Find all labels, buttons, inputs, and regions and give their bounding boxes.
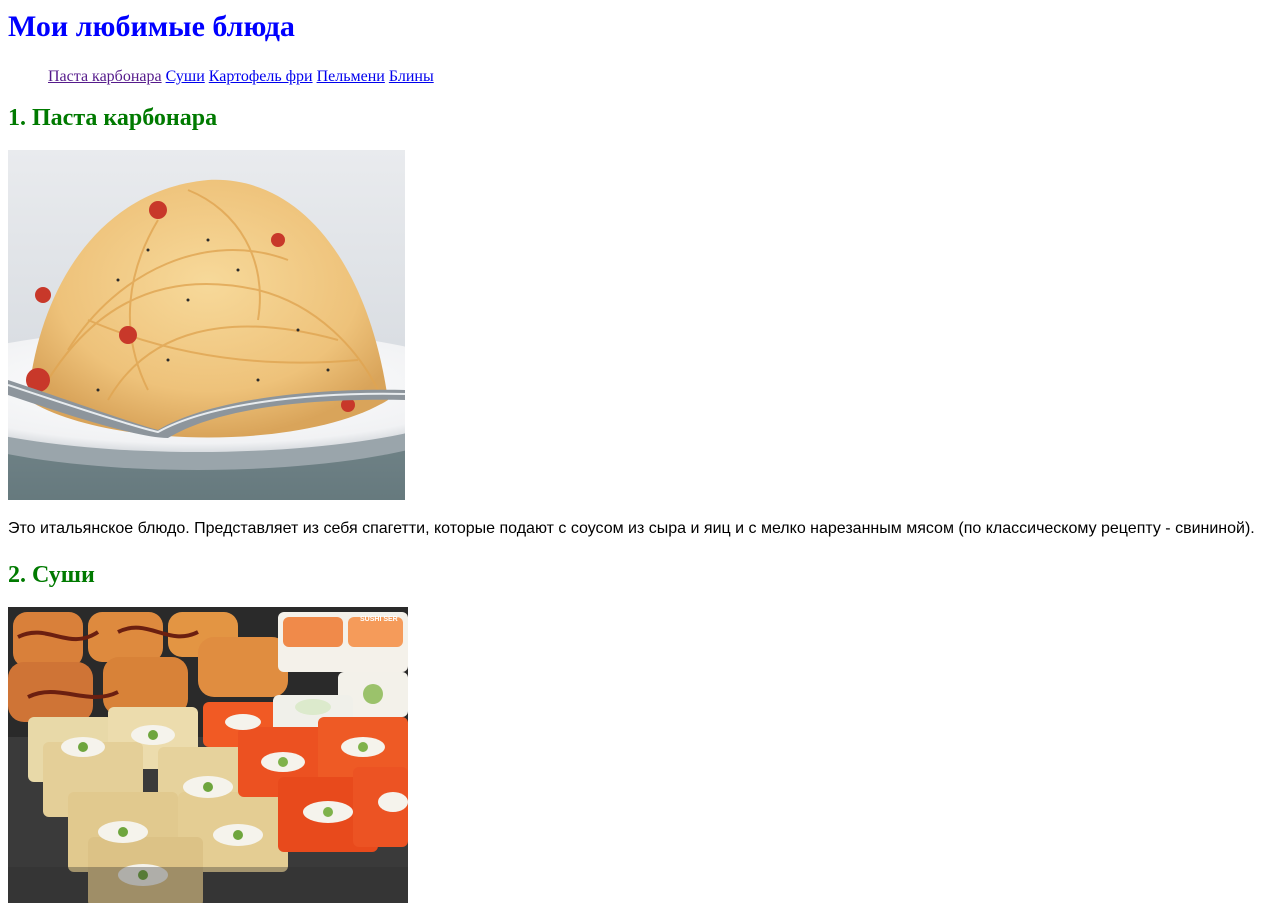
section-sushi: 2. Суши SUSHI SER	[8, 539, 1269, 903]
nav-link-sushi[interactable]: Суши	[166, 68, 205, 85]
section-title-carbonara: 1. Паста карбонара	[8, 105, 218, 131]
sushi-photo: SUSHI SER	[8, 607, 408, 903]
dish-nav: Паста карбонара Суши Картофель фри Пельм…	[8, 44, 1269, 86]
nav-link-blini[interactable]: Блины	[389, 68, 434, 85]
section-title-sushi: 2. Суши	[8, 562, 95, 588]
nav-link-fries[interactable]: Картофель фри	[209, 68, 313, 85]
nav-link-carbonara[interactable]: Паста карбонара	[48, 68, 162, 85]
page-title: Мои любимые блюда	[8, 10, 295, 43]
nav-link-pelmeni[interactable]: Пельмени	[317, 68, 385, 85]
carbonara-description: Это итальянское блюдо. Представляет из с…	[8, 520, 1255, 537]
sushi-watermark: SUSHI SER	[360, 616, 398, 623]
page: Мои любимые блюда Паста карбонара Суши К…	[0, 0, 1277, 903]
carbonara-photo	[8, 150, 405, 500]
section-carbonara: 1. Паста карбонара Это итальянское блюдо…	[8, 86, 1269, 539]
